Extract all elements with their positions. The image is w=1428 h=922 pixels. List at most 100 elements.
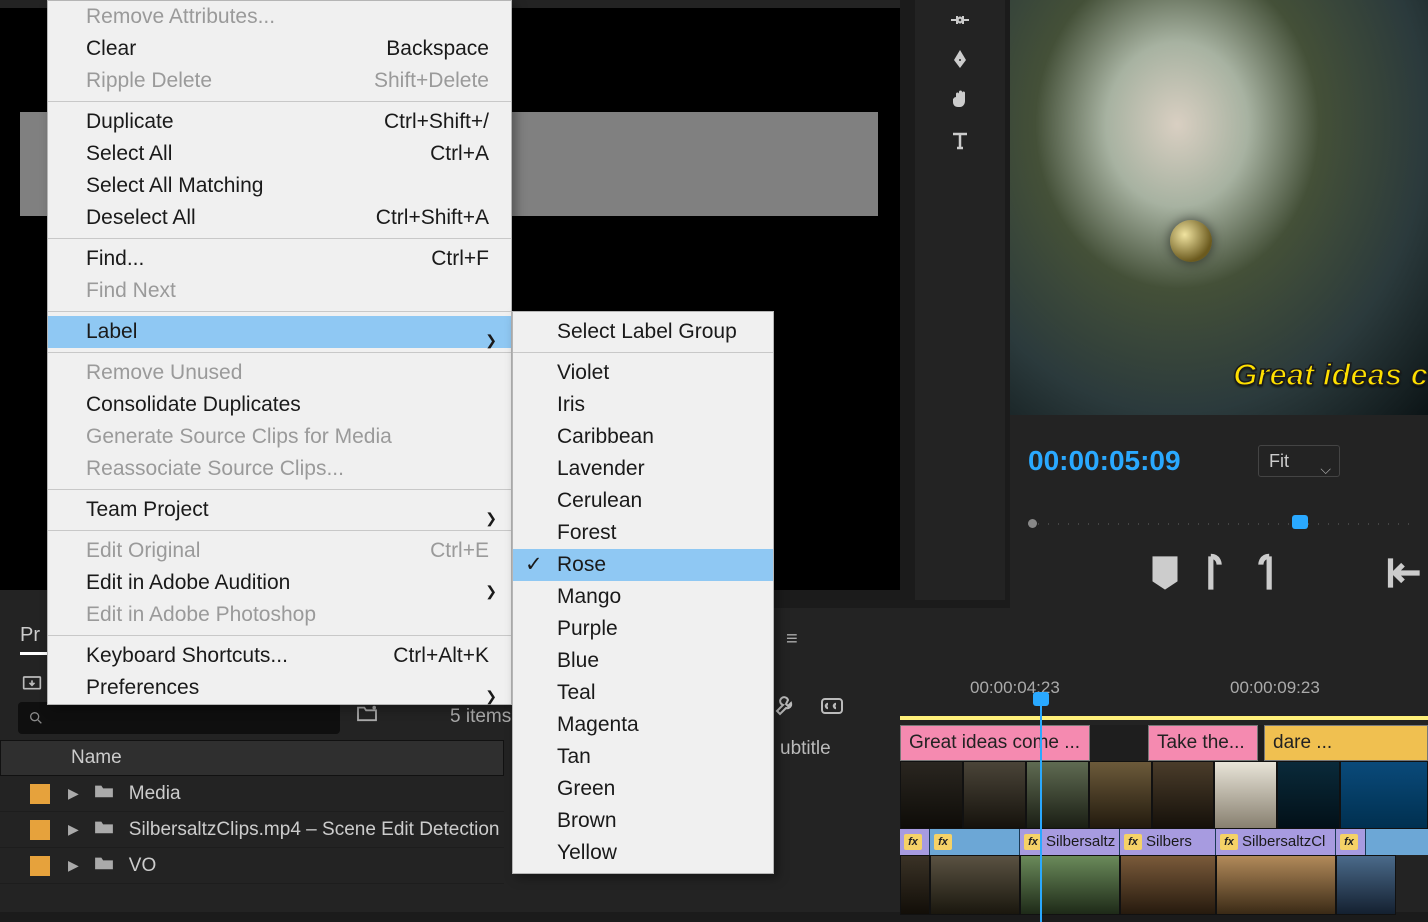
menu-item-keyboard-shortcuts[interactable]: Keyboard Shortcuts...Ctrl+Alt+K	[48, 640, 511, 672]
mark-out-icon[interactable]	[1240, 553, 1290, 593]
expand-arrow-icon[interactable]: ▶	[68, 857, 79, 874]
project-row-label: Media	[129, 783, 181, 805]
ripple-edit-tool-icon[interactable]	[915, 0, 1005, 40]
thumb	[1152, 761, 1215, 829]
mark-in-icon[interactable]	[1190, 553, 1240, 593]
fx-badge-icon: fx	[1124, 834, 1142, 850]
import-icon[interactable]	[20, 672, 44, 698]
clip-segment[interactable]: fxSilbersaltzCl	[1216, 829, 1336, 855]
label-color-violet[interactable]: Violet	[513, 357, 773, 389]
program-video[interactable]: Great ideas c	[1010, 0, 1428, 415]
ruler-tick: 00:00:09:23	[1230, 678, 1320, 698]
label-color-mango[interactable]: Mango	[513, 581, 773, 613]
menu-item-team-project[interactable]: Team Project❯	[48, 494, 511, 526]
caption-clip[interactable]: Take the...	[1148, 725, 1258, 761]
label-color-cerulean[interactable]: Cerulean	[513, 485, 773, 517]
menu-item-clear[interactable]: ClearBackspace	[48, 33, 511, 65]
clip-segment[interactable]: fxSilbersaltz	[1020, 829, 1120, 855]
menu-separator	[48, 311, 511, 312]
scrub-handle[interactable]	[1292, 515, 1308, 529]
label-color-tan[interactable]: Tan	[513, 741, 773, 773]
project-tab-label[interactable]: Pr	[20, 624, 40, 647]
menu-item-edit-in-adobe-photoshop: Edit in Adobe Photoshop	[48, 599, 511, 631]
clip-segment[interactable]: fx	[900, 829, 930, 855]
work-area-bar[interactable]	[900, 716, 1428, 720]
menu-shortcut: Ctrl+A	[430, 138, 489, 170]
video-clip-row[interactable]: fx fx fxSilbersaltz fxSilbers fxSilbersa…	[900, 829, 1428, 855]
label-color-caribbean[interactable]: Caribbean	[513, 421, 773, 453]
menu-item-find[interactable]: Find...Ctrl+F	[48, 243, 511, 275]
project-row[interactable]: ▶ VO	[0, 848, 504, 884]
expand-arrow-icon[interactable]: ▶	[68, 785, 79, 802]
menu-separator	[48, 101, 511, 102]
new-bin-icon[interactable]	[356, 704, 378, 727]
menu-shortcut: Ctrl+Shift+/	[384, 106, 489, 138]
menu-item-deselect-all[interactable]: Deselect AllCtrl+Shift+A	[48, 202, 511, 234]
label-color-green[interactable]: Green	[513, 773, 773, 805]
timeline-playhead[interactable]	[1040, 702, 1042, 922]
hand-tool-icon[interactable]	[915, 80, 1005, 120]
label-color-yellow[interactable]: Yellow	[513, 837, 773, 869]
scrub-ruler	[1028, 523, 1410, 525]
scrub-start-dot	[1028, 519, 1037, 528]
timeline-ruler[interactable]: 00:00:04:23 00:00:09:23	[900, 678, 1428, 712]
label-color-forest[interactable]: Forest	[513, 517, 773, 549]
zoom-fit-dropdown[interactable]: Fit ⌵	[1258, 445, 1340, 477]
caption-clip[interactable]: Great ideas come ...	[900, 725, 1090, 761]
thumb	[1020, 855, 1120, 915]
label-color-lavender[interactable]: Lavender	[513, 453, 773, 485]
subtitle-track-label: ubtitle	[780, 738, 831, 760]
menu-item-select-all-matching[interactable]: Select All Matching	[48, 170, 511, 202]
thumb	[1277, 761, 1340, 829]
wrench-icon[interactable]	[774, 694, 798, 723]
fx-badge-icon: fx	[904, 834, 922, 850]
clip-segment[interactable]: fxSilbers	[1120, 829, 1216, 855]
menu-separator	[48, 238, 511, 239]
clip-label: SilbersaltzCl	[1242, 830, 1325, 854]
caption-track[interactable]: Great ideas come ... Take the... dare ..…	[900, 725, 1428, 761]
menu-item-label[interactable]: Label❯	[48, 316, 511, 348]
project-search-input[interactable]	[18, 702, 340, 734]
label-swatch	[30, 856, 50, 876]
label-color-blue[interactable]: Blue	[513, 645, 773, 677]
clip-segment[interactable]: fx	[1336, 829, 1366, 855]
add-marker-icon[interactable]	[1140, 553, 1190, 593]
edit-context-menu: Remove Attributes...ClearBackspaceRipple…	[47, 0, 512, 705]
captions-icon[interactable]	[820, 694, 844, 723]
menu-shortcut: Ctrl+E	[430, 535, 489, 567]
menu-item-preferences[interactable]: Preferences❯	[48, 672, 511, 704]
label-color-iris[interactable]: Iris	[513, 389, 773, 421]
menu-shortcut: Backspace	[386, 33, 489, 65]
thumb	[1089, 761, 1152, 829]
menu-item-edit-in-adobe-audition[interactable]: Edit in Adobe Audition❯	[48, 567, 511, 599]
pen-tool-icon[interactable]	[915, 40, 1005, 80]
program-timecode[interactable]: 00:00:05:09	[1028, 445, 1181, 477]
item-count-label: 5 items	[450, 706, 511, 728]
menu-item-edit-original: Edit OriginalCtrl+E	[48, 535, 511, 567]
clip-segment[interactable]: fx	[930, 829, 1020, 855]
thumb	[1120, 855, 1216, 915]
go-to-in-icon[interactable]	[1378, 553, 1428, 593]
menu-item-select-all[interactable]: Select AllCtrl+A	[48, 138, 511, 170]
menu-shortcut: Ctrl+F	[431, 243, 489, 275]
menu-item-duplicate[interactable]: DuplicateCtrl+Shift+/	[48, 106, 511, 138]
type-tool-icon[interactable]	[915, 120, 1005, 160]
project-row[interactable]: ▶ Media	[0, 776, 504, 812]
program-scrub-track[interactable]	[1028, 511, 1410, 539]
caption-clip-selected[interactable]: dare ...	[1264, 725, 1428, 761]
menu-item-consolidate-duplicates[interactable]: Consolidate Duplicates	[48, 389, 511, 421]
submenu-arrow-icon: ❯	[485, 502, 497, 534]
column-header[interactable]: Name	[0, 740, 504, 776]
label-color-teal[interactable]: Teal	[513, 677, 773, 709]
menu-item-select-label-group[interactable]: Select Label Group	[513, 316, 773, 348]
thumb	[963, 761, 1026, 829]
expand-arrow-icon[interactable]: ▶	[68, 821, 79, 838]
panel-menu-icon[interactable]: ≡	[786, 628, 798, 651]
project-row[interactable]: ▶ SilbersaltzClips.mp4 – Scene Edit Dete…	[0, 812, 504, 848]
fx-badge-icon: fx	[1220, 834, 1238, 850]
label-color-purple[interactable]: Purple	[513, 613, 773, 645]
label-color-rose[interactable]: Rose✓	[513, 549, 773, 581]
video-detail	[1170, 220, 1212, 262]
label-color-brown[interactable]: Brown	[513, 805, 773, 837]
label-color-magenta[interactable]: Magenta	[513, 709, 773, 741]
